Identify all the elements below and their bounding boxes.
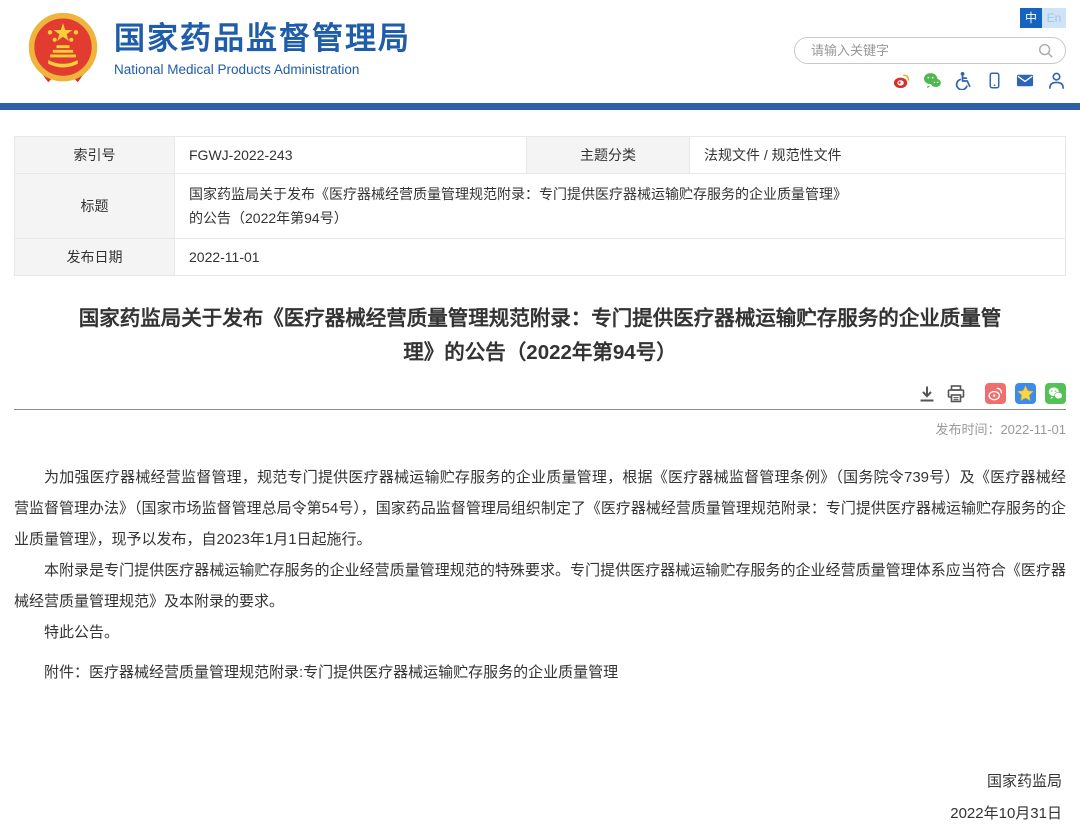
signature-date: 2022年10月31日 [14, 798, 1062, 830]
site-name: 国家药品监督管理局 [114, 21, 411, 57]
header-divider-bar [0, 103, 1080, 110]
print-icon[interactable] [946, 384, 966, 404]
site-logo[interactable]: 国家药品监督管理局 National Medical Products Admi… [26, 12, 411, 86]
document-info-table: 索引号 FGWJ-2022-243 主题分类 法规文件 / 规范性文件 标题 国… [14, 136, 1066, 276]
search-box [794, 37, 1066, 64]
language-toggle: 中 En [1020, 8, 1066, 28]
accessibility-icon[interactable] [953, 71, 973, 89]
qzone-share-icon[interactable] [1015, 383, 1036, 404]
mobile-icon[interactable] [984, 71, 1004, 89]
signature-block: 国家药监局 2022年10月31日 [14, 766, 1066, 830]
title-divider [14, 409, 1066, 410]
publish-time: 发布时间：2022-11-01 [14, 419, 1066, 438]
paragraph: 为加强医疗器械经营监督管理，规范专门提供医疗器械运输贮存服务的企业质量管理，根据… [14, 462, 1066, 555]
attachment-label: 附件： [44, 664, 89, 681]
weibo-share-icon[interactable] [985, 383, 1006, 404]
lang-en-button[interactable]: En [1042, 8, 1066, 28]
search-icon[interactable] [1037, 42, 1055, 60]
publish-date-value: 2022-11-01 [175, 239, 1066, 276]
article-body: 为加强医疗器械经营监督管理，规范专门提供医疗器械运输贮存服务的企业质量管理，根据… [14, 462, 1066, 688]
header-quick-links [891, 71, 1066, 89]
paragraph: 特此公告。 [14, 617, 1066, 648]
mail-icon[interactable] [1015, 71, 1035, 89]
search-input[interactable] [811, 43, 1037, 58]
site-header: 国家药品监督管理局 National Medical Products Admi… [0, 0, 1080, 103]
download-icon[interactable] [917, 384, 937, 404]
index-number-label: 索引号 [15, 137, 175, 174]
paragraph: 本附录是专门提供医疗器械运输贮存服务的企业经营质量管理规范的特殊要求。专门提供医… [14, 555, 1066, 617]
table-row: 索引号 FGWJ-2022-243 主题分类 法规文件 / 规范性文件 [15, 137, 1066, 174]
topic-category-value: 法规文件 / 规范性文件 [690, 137, 1066, 174]
publish-date-label: 发布日期 [15, 239, 175, 276]
index-number-value: FGWJ-2022-243 [175, 137, 527, 174]
page-title: 国家药监局关于发布《医疗器械经营质量管理规范附录：专门提供医疗器械运输贮存服务的… [70, 302, 1010, 370]
attachment-link[interactable]: 医疗器械经营质量管理规范附录:专门提供医疗器械运输贮存服务的企业质量管理 [89, 664, 618, 681]
wechat-share-icon[interactable] [1045, 383, 1066, 404]
title-label: 标题 [15, 174, 175, 239]
national-emblem-icon [26, 12, 100, 86]
article-toolbar [14, 383, 1066, 404]
signature-agency: 国家药监局 [14, 766, 1062, 798]
table-row: 发布日期 2022-11-01 [15, 239, 1066, 276]
table-row: 标题 国家药监局关于发布《医疗器械经营质量管理规范附录：专门提供医疗器械运输贮存… [15, 174, 1066, 239]
site-name-en: National Medical Products Administration [114, 62, 411, 77]
user-icon[interactable] [1046, 71, 1066, 89]
attachment-line: 附件：医疗器械经营质量管理规范附录:专门提供医疗器械运输贮存服务的企业质量管理 [14, 657, 1066, 688]
topic-category-label: 主题分类 [527, 137, 690, 174]
lang-zh-button[interactable]: 中 [1020, 8, 1042, 28]
wechat-icon[interactable] [922, 71, 942, 89]
title-value: 国家药监局关于发布《医疗器械经营质量管理规范附录：专门提供医疗器械运输贮存服务的… [175, 174, 1066, 239]
weibo-icon[interactable] [891, 71, 911, 89]
